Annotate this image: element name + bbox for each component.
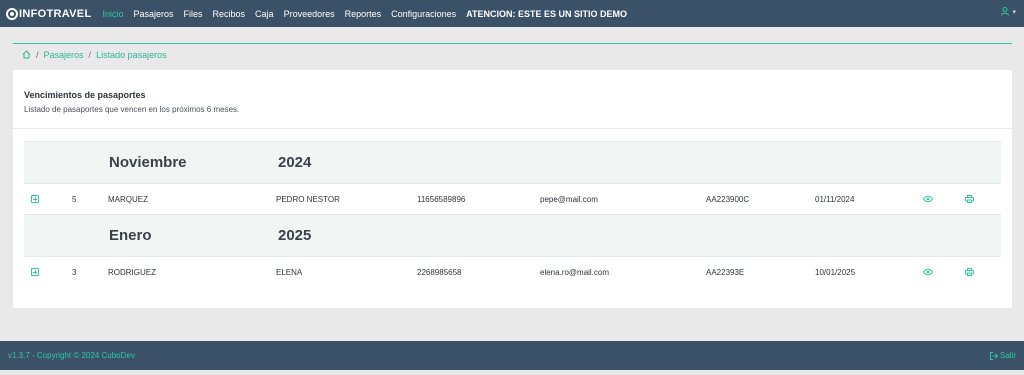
nav-item-configuraciones[interactable]: Configuraciones xyxy=(391,9,456,19)
row-passport: AA223900C xyxy=(706,195,750,204)
row-number: 5 xyxy=(72,195,77,204)
breadcrumb: / Pasajeros / Listado pasajeros xyxy=(13,43,1012,65)
row-phone: 2268985658 xyxy=(417,268,462,277)
chevron-down-icon: ▾ xyxy=(1012,8,1016,16)
row-expiry-date: 10/01/2025 xyxy=(815,268,856,277)
plus-square-icon[interactable] xyxy=(31,195,39,203)
row-first-name: ELENA xyxy=(276,268,303,277)
card-header: Vencimientos de pasaportes Listado de pa… xyxy=(13,70,1012,129)
row-last-name: RODRIGUEZ xyxy=(108,268,156,277)
group-year: 2024 xyxy=(278,154,312,171)
row-expiry-date: 01/11/2024 xyxy=(815,195,855,204)
table-row: 3 RODRIGUEZ ELENA 2268985658 elena.ro@ma… xyxy=(24,256,1001,287)
nav-item-recibos[interactable]: Recibos xyxy=(213,9,246,19)
card-subtitle: Listado de pasaportes que vencen en los … xyxy=(24,105,240,114)
table-row: 5 MARQUEZ PEDRO NESTOR 11656589896 pepe@… xyxy=(24,183,1001,214)
logo-icon xyxy=(6,7,18,20)
eye-icon[interactable] xyxy=(923,268,933,276)
nav-item-proveedores[interactable]: Proveedores xyxy=(284,9,335,19)
footer-copyright: v1.3.7 - Copyright © 2024 CuboDev xyxy=(8,351,135,360)
brand-logo[interactable]: INFOTRAVEL xyxy=(6,7,92,20)
logout-button[interactable]: Salir xyxy=(989,351,1016,360)
group-header-row: Noviembre 2024 xyxy=(24,141,1001,183)
demo-warning: ATENCION: ESTE ES UN SITIO DEMO xyxy=(466,8,628,19)
row-number: 3 xyxy=(72,268,77,277)
user-menu[interactable]: ▾ xyxy=(1001,7,1016,16)
nav-item-reportes[interactable]: Reportes xyxy=(345,9,382,19)
printer-icon[interactable] xyxy=(965,195,974,203)
row-first-name: PEDRO NESTOR xyxy=(276,195,340,204)
nav-item-pasajeros[interactable]: Pasajeros xyxy=(133,9,173,19)
passport-table: Noviembre 2024 5 MARQUEZ PEDRO NESTOR 11… xyxy=(24,141,1001,287)
row-phone: 11656589896 xyxy=(417,195,466,204)
eye-icon[interactable] xyxy=(923,195,933,203)
top-navbar: INFOTRAVEL Inicio Pasajeros Files Recibo… xyxy=(0,0,1024,27)
nav-item-files[interactable]: Files xyxy=(184,9,203,19)
breadcrumb-separator: / xyxy=(36,49,39,60)
breadcrumb-pasajeros[interactable]: Pasajeros xyxy=(44,50,84,60)
nav-item-inicio[interactable]: Inicio xyxy=(102,9,123,19)
passport-expiry-card: Vencimientos de pasaportes Listado de pa… xyxy=(13,70,1012,308)
row-passport: AA22393E xyxy=(706,268,745,277)
group-header-row: Enero 2025 xyxy=(24,214,1001,256)
logout-label: Salir xyxy=(999,351,1016,360)
user-icon xyxy=(1001,7,1010,16)
group-month: Enero xyxy=(109,227,152,244)
breadcrumb-listado-pasajeros[interactable]: Listado pasajeros xyxy=(96,50,167,60)
printer-icon[interactable] xyxy=(965,268,974,276)
plus-square-icon[interactable] xyxy=(31,268,39,276)
home-icon[interactable] xyxy=(22,50,31,59)
brand-name: INFOTRAVEL xyxy=(19,7,92,20)
footer: v1.3.7 - Copyright © 2024 CuboDev Salir xyxy=(0,341,1024,370)
group-month: Noviembre xyxy=(109,154,187,171)
row-email: pepe@mail.com xyxy=(540,195,598,204)
logout-icon xyxy=(989,351,998,360)
group-year: 2025 xyxy=(278,227,312,244)
card-title: Vencimientos de pasaportes xyxy=(24,90,146,100)
breadcrumb-separator: / xyxy=(88,49,92,60)
nav-item-caja[interactable]: Caja xyxy=(255,9,274,19)
row-email: elena.ro@mail.com xyxy=(540,268,610,277)
row-last-name: MARQUEZ xyxy=(108,195,148,204)
